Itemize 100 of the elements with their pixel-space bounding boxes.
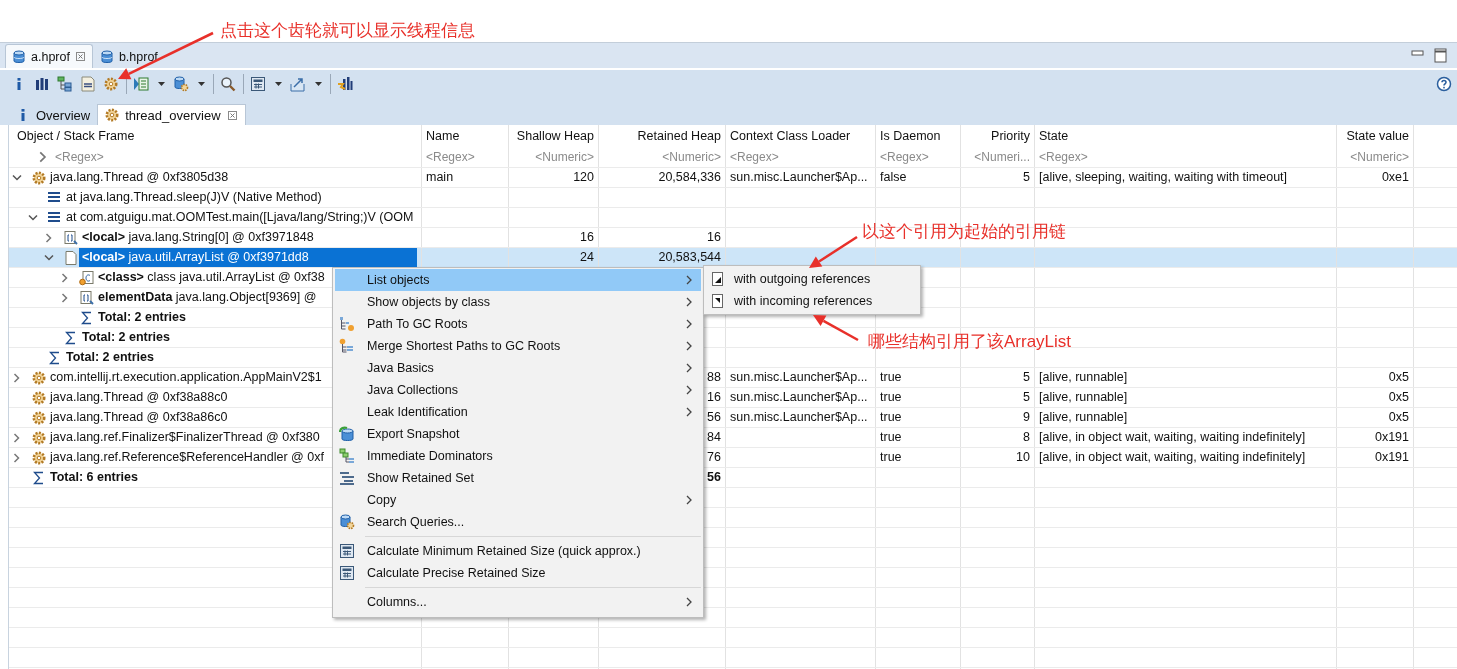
database-gear-icon[interactable] <box>173 76 189 92</box>
table-cell-text: 16 <box>707 229 721 246</box>
document-icon[interactable] <box>80 76 96 92</box>
database-icon <box>11 48 27 65</box>
menu-item[interactable]: Columns... <box>335 591 701 613</box>
tree-label[interactable]: <local> java.util.ArrayList @ 0xf3971dd8 <box>79 248 417 267</box>
menu-item[interactable]: with incoming references <box>706 290 918 312</box>
menu-item[interactable]: Merge Shortest Paths to GC Roots <box>335 335 701 357</box>
menu-item[interactable]: Immediate Dominators <box>335 445 701 467</box>
table-cell-text: 8 <box>1023 429 1030 446</box>
menu-item[interactable]: Calculate Precise Retained Size <box>335 562 701 584</box>
filter-field[interactable]: <Numeric> <box>662 147 721 167</box>
table-cell-text: sun.misc.Launcher$Ap... <box>730 409 868 426</box>
column-header[interactable]: Name <box>422 125 509 147</box>
gear-icon <box>31 389 47 406</box>
annotation-arrow <box>813 315 859 342</box>
table-cell-text: 0x191 <box>1374 429 1409 446</box>
table-cell-text: [alive, runnable] <box>1039 409 1128 426</box>
menu-item[interactable]: Leak Identification <box>335 401 701 423</box>
tree-label[interactable]: <local> java.lang.String[0] @ 0xf3971848 <box>82 228 417 247</box>
dropdown-caret-icon[interactable] <box>197 80 206 88</box>
tree-label[interactable]: at com.atguigu.mat.OOMTest.main([Ljava/lang/String;)V (OOM <box>66 208 418 227</box>
column-header[interactable]: State value <box>1337 125 1414 147</box>
menu-item[interactable]: Show objects by class <box>335 291 701 313</box>
gear-icon[interactable] <box>103 76 119 92</box>
menu-item[interactable]: Path To GC Roots <box>335 313 701 335</box>
column-header[interactable]: Shallow Heap <box>509 125 599 147</box>
filter-field[interactable]: <Regex> <box>426 147 475 167</box>
menu-item[interactable]: with outgoing references <box>706 268 918 290</box>
filter-field[interactable]: <Numeri... <box>974 147 1030 167</box>
filter-field[interactable]: <Regex> <box>1039 147 1088 167</box>
gear-icon <box>31 429 47 446</box>
dropdown-caret-icon[interactable] <box>157 80 166 88</box>
table-cell-text: 10 <box>1016 449 1030 466</box>
table-cell-text: 9 <box>1023 409 1030 426</box>
close-icon[interactable] <box>225 108 239 122</box>
tree-label[interactable]: java.lang.Thread @ 0xf3805d38 <box>50 168 417 187</box>
dropdown-caret-icon[interactable] <box>274 80 283 88</box>
array-icon <box>63 229 79 246</box>
menu-item[interactable]: List objects <box>335 269 701 291</box>
column-header[interactable]: Priority <box>961 125 1035 147</box>
calculator-icon <box>339 543 355 559</box>
table-cell-text: 0x191 <box>1374 449 1409 466</box>
search-icon[interactable] <box>220 76 236 92</box>
editor-tab[interactable]: b.hprof <box>92 44 164 68</box>
bar-chart-icon[interactable] <box>34 76 50 92</box>
filter-field[interactable]: <Regex> <box>55 147 104 167</box>
calculator-icon <box>339 565 355 581</box>
annotation-text: 点击这个齿轮就可以显示线程信息 <box>220 20 475 42</box>
table-cell-text: [alive, in object wait, waiting, waiting indefinitely] <box>1039 429 1306 446</box>
table-cell-text: 20,583,544 <box>658 249 721 266</box>
help-icon[interactable] <box>1436 76 1452 92</box>
table-cell-text: 16 <box>580 229 594 246</box>
tree-icon <box>339 448 355 464</box>
table-cell-text: true <box>880 369 902 386</box>
menu-item[interactable]: Search Queries... <box>335 511 701 533</box>
class-icon <box>79 269 95 286</box>
menu-item[interactable]: Java Basics <box>335 357 701 379</box>
table-cell-text: 5 <box>1023 369 1030 386</box>
calculator-icon[interactable] <box>250 76 266 92</box>
table-cell-text: 0x5 <box>1388 389 1409 406</box>
table-cell-text: 5 <box>1023 169 1030 186</box>
column-header[interactable]: Object / Stack Frame <box>9 125 422 147</box>
table-cell-text: [alive, sleeping, waiting, waiting with timeout] <box>1039 169 1288 186</box>
lines-icon <box>339 470 355 486</box>
view-tab[interactable]: thread_overview <box>97 104 246 125</box>
table-cell-text: false <box>880 169 907 186</box>
column-header[interactable]: State <box>1035 125 1337 147</box>
column-header[interactable]: Is Daemon <box>876 125 961 147</box>
close-icon[interactable] <box>73 50 87 63</box>
annotation-arrow <box>809 235 858 268</box>
menu-item[interactable]: Show Retained Set <box>335 467 701 489</box>
table-cell-text: true <box>880 429 902 446</box>
tree-icon <box>339 338 355 354</box>
menu-item[interactable]: Copy <box>335 489 701 511</box>
filter-field[interactable]: <Regex> <box>880 147 929 167</box>
filter-field[interactable]: <Regex> <box>730 147 779 167</box>
tree-icon[interactable] <box>57 76 73 92</box>
export-icon[interactable] <box>290 76 306 92</box>
table-cell-text: 5 <box>1023 389 1030 406</box>
column-header[interactable]: Context Class Loader <box>726 125 876 147</box>
table-cell-text: main <box>426 169 454 186</box>
table-cell-text: 56 <box>707 409 721 426</box>
editor-tab[interactable]: a.hprof <box>5 44 93 68</box>
menu-item[interactable]: Java Collections <box>335 379 701 401</box>
dropdown-caret-icon[interactable] <box>314 80 323 88</box>
table-cell-text: [alive, runnable] <box>1039 389 1128 406</box>
table-cell-text: 84 <box>707 429 721 446</box>
gear-icon <box>31 369 47 386</box>
tree-label[interactable]: at java.lang.Thread.sleep(J)V (Native Method) <box>66 188 417 207</box>
maximize-icon[interactable] <box>1434 48 1447 63</box>
chart-icon[interactable] <box>337 76 353 92</box>
filter-field[interactable]: <Numeric> <box>1350 147 1409 167</box>
column-header[interactable]: Retained Heap <box>599 125 726 147</box>
filter-field[interactable]: <Numeric> <box>535 147 594 167</box>
table-cell-text: true <box>880 449 902 466</box>
menu-item[interactable]: Calculate Minimum Retained Size (quick approx.) <box>335 540 701 562</box>
list-icon[interactable] <box>133 76 149 92</box>
view-tab[interactable]: Overview <box>8 104 98 125</box>
menu-item[interactable]: Export Snapshot <box>335 423 701 445</box>
